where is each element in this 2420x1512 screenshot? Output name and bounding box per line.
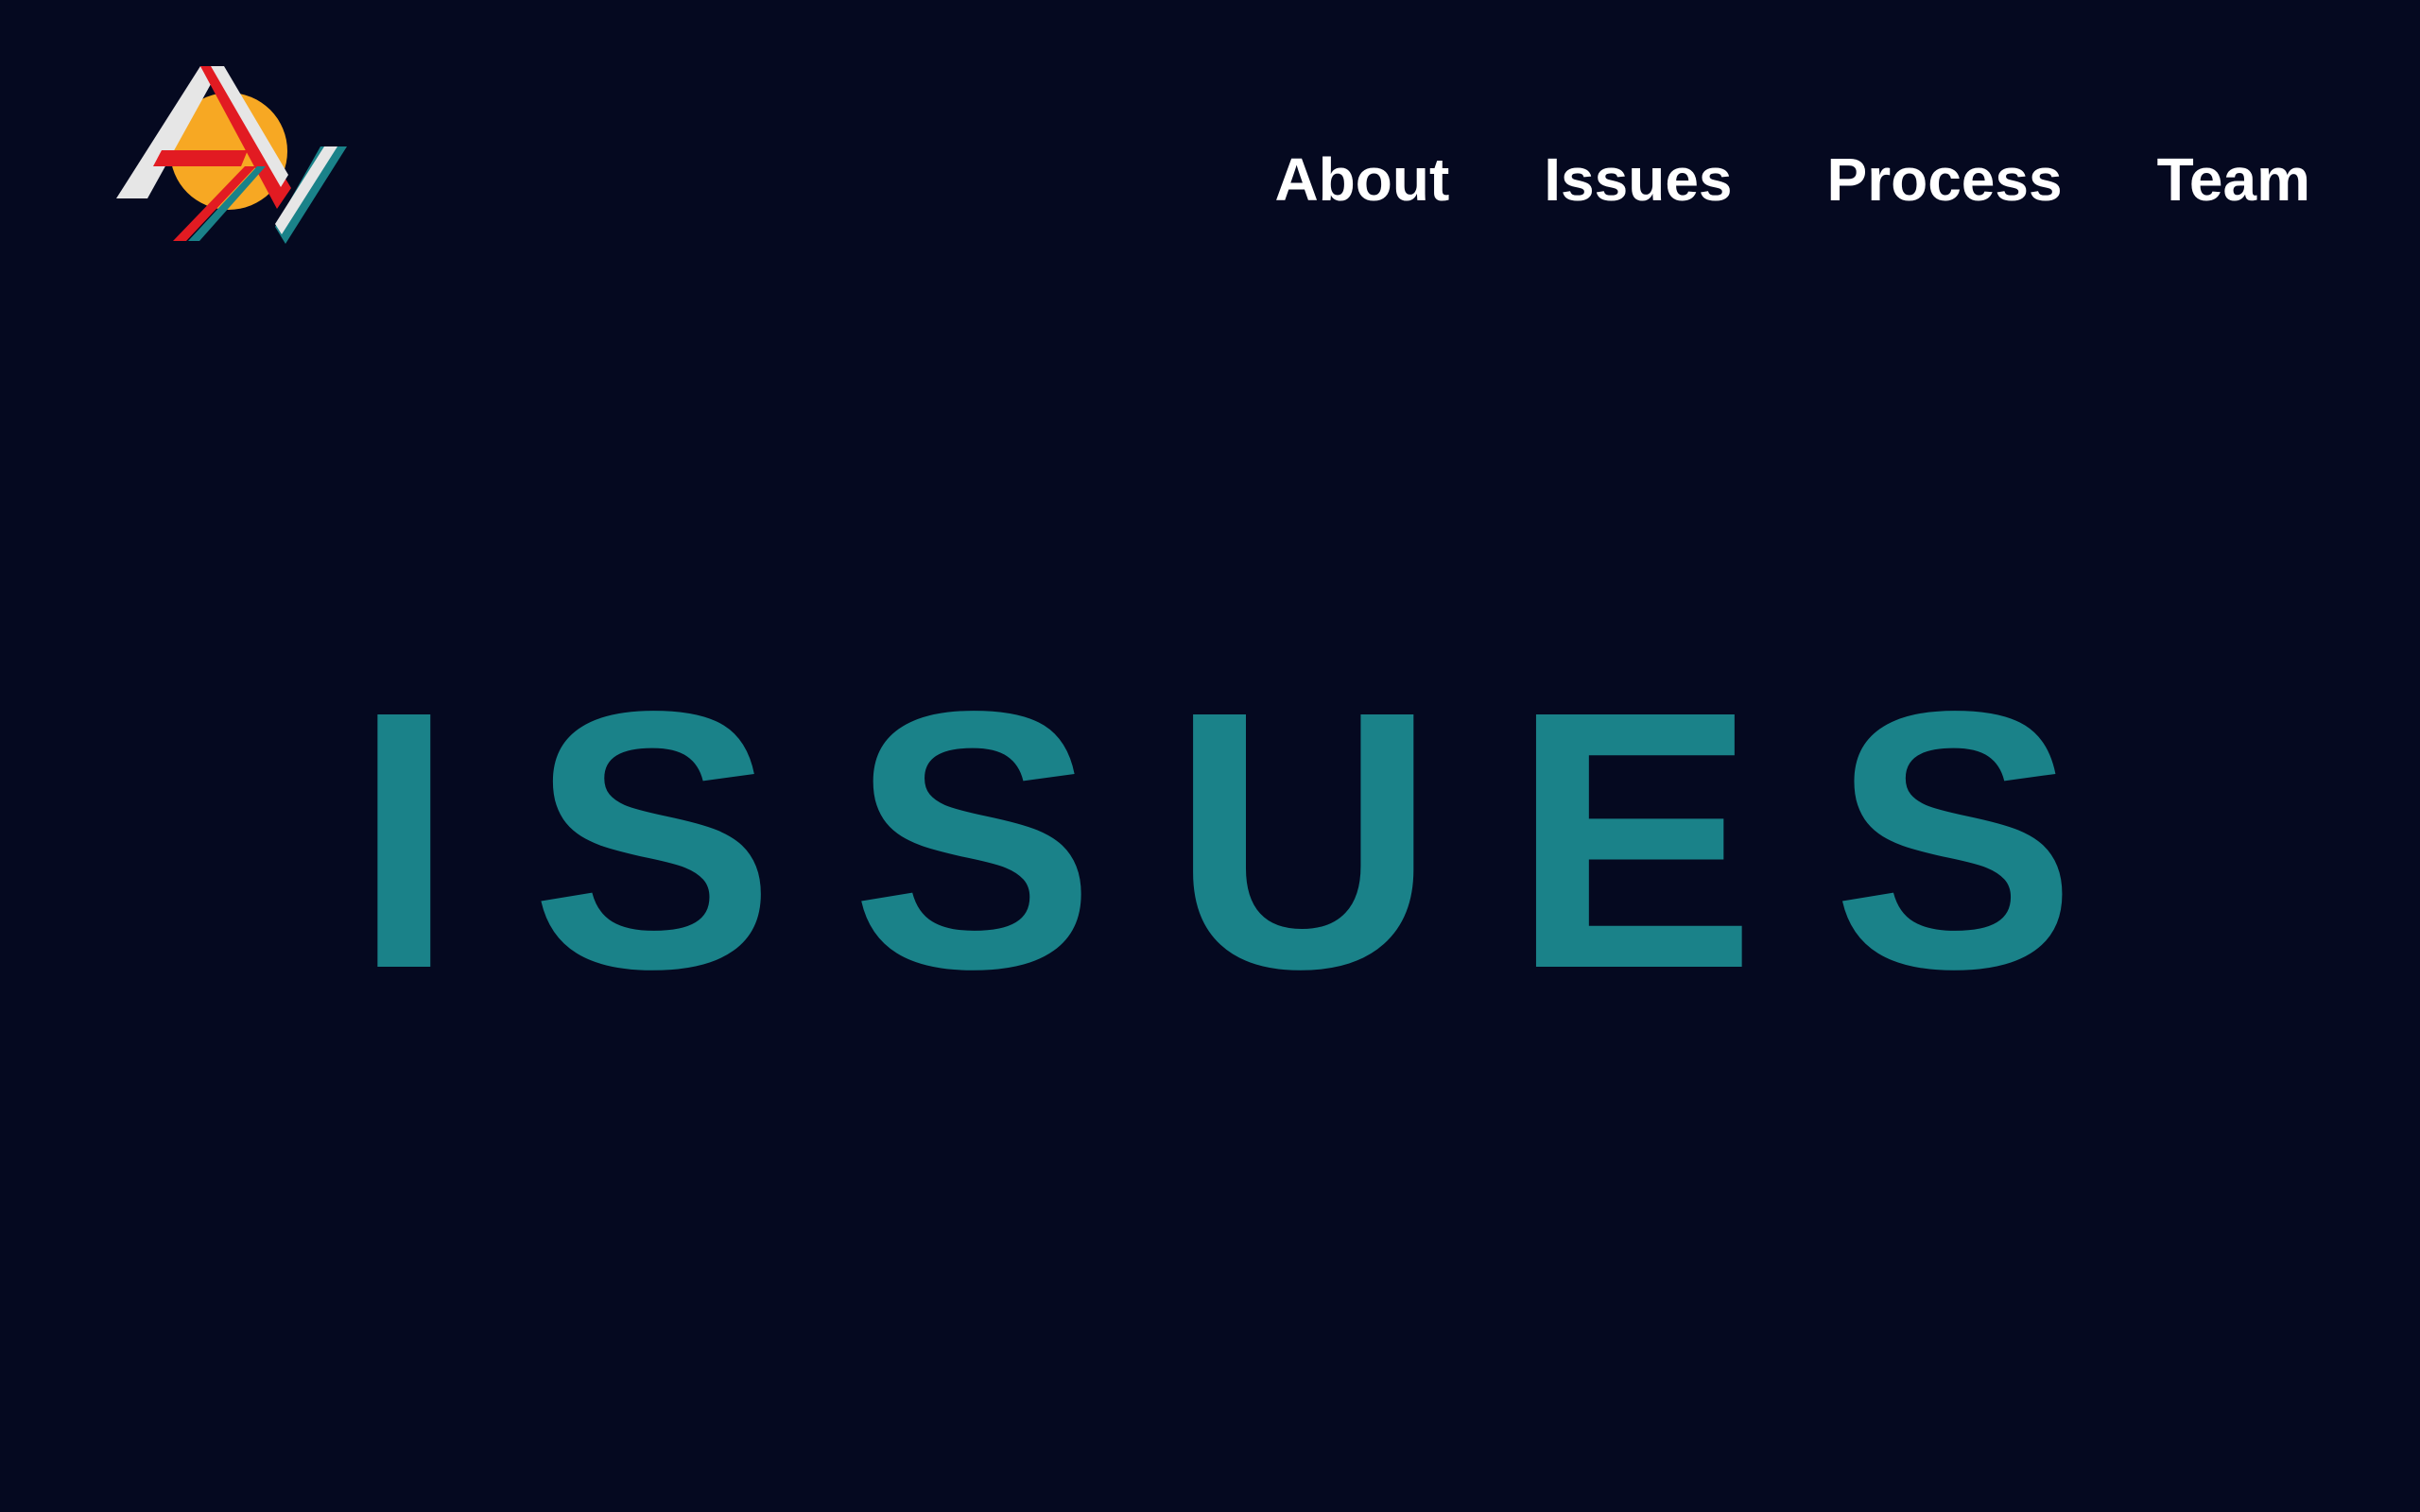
nav-team-link[interactable]: Team <box>2157 142 2310 217</box>
hero-title: ISSUES <box>353 636 2152 1045</box>
av-logo[interactable] <box>109 61 354 250</box>
nav-about-link[interactable]: About <box>1274 142 1449 217</box>
logo-mark-icon <box>116 66 347 244</box>
nav-process-link[interactable]: Process <box>1827 142 2063 217</box>
nav-issues-link[interactable]: Issues <box>1544 142 1732 217</box>
main-nav: About Issues Process Team <box>1274 142 2310 217</box>
